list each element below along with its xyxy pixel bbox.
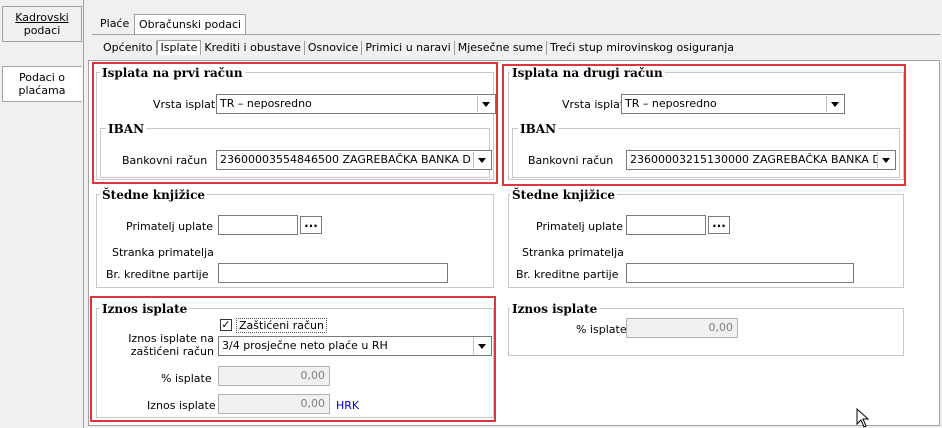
- tab-obracunski-podaci[interactable]: Obračunski podaci: [134, 14, 247, 35]
- stranka-primatelja-label: Stranka primatelja: [522, 246, 624, 259]
- tab-isplate[interactable]: Isplate: [156, 40, 202, 55]
- kreditna-partija-label: Br. kreditne partije: [106, 268, 209, 281]
- primatelj-browse-button[interactable]: ...: [300, 216, 322, 234]
- tab-place[interactable]: Plaće: [96, 14, 133, 35]
- pct-isplate-field-2[interactable]: 0,00: [626, 318, 738, 338]
- left-tab-strip: Kadrovski podaci Podaci o plaćama: [0, 0, 84, 428]
- tab-divider: [92, 34, 940, 35]
- left-tab-kadrovski-podaci[interactable]: Kadrovski podaci: [2, 6, 82, 42]
- mouse-cursor-icon: [856, 408, 870, 428]
- primatelj-browse-button-2[interactable]: ...: [708, 216, 730, 234]
- highlight-frame: [90, 296, 496, 422]
- primatelj-uplate-label: Primatelj uplate: [126, 220, 213, 233]
- primatelj-uplate-field[interactable]: [218, 215, 298, 235]
- left-tab-label: plaćama: [18, 84, 66, 97]
- tab-opcenito[interactable]: Općenito: [100, 41, 157, 55]
- tab-treci-stup[interactable]: Treći stup mirovinskog osiguranja: [547, 41, 737, 55]
- pct-isplate-label: % isplate: [576, 323, 627, 336]
- tab-osnovice[interactable]: Osnovice: [305, 41, 363, 55]
- tab-mjesecne-sume[interactable]: Mjesečne sume: [455, 41, 548, 55]
- kreditna-partija-label: Br. kreditne partije: [516, 268, 619, 281]
- kreditna-partija-field[interactable]: [218, 263, 448, 283]
- savings-title: Štedne knjižice: [510, 188, 618, 202]
- stranka-primatelja-label: Stranka primatelja: [112, 246, 214, 259]
- savings-title: Štedne knjižice: [100, 188, 208, 202]
- primatelj-uplate-field-2[interactable]: [626, 215, 706, 235]
- left-tab-label: Podaci o: [18, 71, 66, 84]
- left-tab-podaci-o-placama[interactable]: Podaci o plaćama: [2, 66, 82, 102]
- primatelj-uplate-label: Primatelj uplate: [536, 220, 623, 233]
- highlight-frame: [92, 62, 498, 184]
- highlight-frame: [502, 64, 906, 186]
- sub-tab-strip: Općenito Isplate Krediti i obustave Osnovic…: [100, 40, 737, 56]
- kreditna-partija-field-2[interactable]: [626, 263, 854, 283]
- left-tab-label: Kadrovski: [15, 11, 69, 24]
- left-tab-label: podaci: [23, 24, 61, 37]
- amount-title: Iznos isplate: [510, 302, 600, 316]
- tab-primici-u-naravi[interactable]: Primici u naravi: [362, 41, 455, 55]
- tab-krediti-i-obustave[interactable]: Krediti i obustave: [201, 41, 305, 55]
